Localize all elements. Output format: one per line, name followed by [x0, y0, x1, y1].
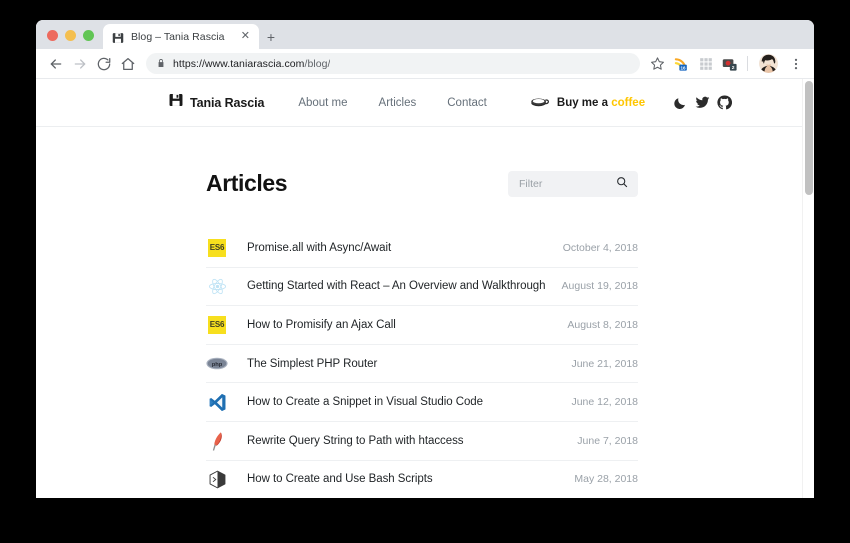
article-title[interactable]: How to Promisify an Ajax Call	[247, 319, 567, 331]
window-traffic-lights	[36, 30, 103, 49]
address-bar[interactable]: https://www.taniarascia.com/blog/	[146, 53, 640, 74]
buy-me-a-coffee-link[interactable]: Buy me a coffee	[531, 93, 645, 112]
dark-mode-toggle[interactable]	[669, 92, 691, 114]
filter-search-box[interactable]	[508, 170, 638, 197]
apache-icon	[212, 431, 222, 451]
toolbar-divider	[747, 56, 748, 71]
article-date: June 12, 2018	[571, 396, 638, 409]
article-row[interactable]: ES6 How to Promisify an Ajax Call August 8…	[206, 306, 638, 345]
new-tab-button[interactable]: +	[259, 24, 283, 49]
browser-window: Blog – Tania Rascia ✕ + https://www.tani…	[36, 20, 814, 498]
main-content: Articles ES6 Promise.all with Async/Await…	[36, 127, 814, 498]
coffee-text-highlight: coffee	[611, 96, 646, 109]
bookmark-star-icon[interactable]	[646, 52, 669, 75]
nav-link-articles[interactable]: Articles	[379, 97, 417, 109]
coffee-text-before: Buy me a	[556, 96, 612, 109]
nav-link-about-me[interactable]: About me	[298, 97, 347, 109]
vscode-icon	[206, 393, 228, 412]
es6-icon: ES6	[208, 238, 226, 257]
camera-extension-icon[interactable]: 2	[718, 52, 741, 75]
page-scrollbar[interactable]	[802, 79, 814, 498]
home-button[interactable]	[116, 52, 139, 75]
article-row[interactable]: Rewrite Query String to Path with htacce…	[206, 422, 638, 461]
url-path: /blog/	[304, 57, 331, 70]
article-row[interactable]: Getting Started with React – An Overview…	[206, 268, 638, 307]
svg-text:2: 2	[732, 65, 735, 71]
filter-input[interactable]	[519, 177, 611, 190]
article-date: May 28, 2018	[574, 473, 638, 486]
article-date: June 21, 2018	[571, 357, 638, 370]
tab-strip: Blog – Tania Rascia ✕ +	[36, 20, 814, 49]
site-header: Tania Rascia About me Articles Contact B…	[36, 79, 814, 127]
buy-me-a-coffee-text: Buy me a coffee	[557, 97, 645, 109]
article-title[interactable]: The Simplest PHP Router	[247, 358, 571, 370]
maximize-window-button[interactable]	[83, 30, 94, 41]
article-date: October 4, 2018	[562, 241, 638, 254]
search-icon[interactable]	[616, 175, 628, 193]
apache-icon	[206, 431, 228, 451]
article-row[interactable]: How to Create and Use Bash Scripts May 28…	[206, 461, 638, 498]
page-title: Articles	[206, 170, 288, 196]
minimize-window-button[interactable]	[65, 30, 76, 41]
avatar[interactable]	[759, 54, 778, 73]
article-date: June 7, 2018	[577, 434, 638, 447]
site-brand-link[interactable]: Tania Rascia	[169, 93, 264, 112]
article-title[interactable]: Promise.all with Async/Await	[247, 242, 563, 254]
php-icon: php	[206, 357, 228, 370]
browser-menu-button[interactable]	[784, 52, 807, 75]
floppy-disk-icon	[112, 31, 124, 43]
article-date: August 8, 2018	[567, 318, 638, 331]
bash-icon	[209, 470, 225, 489]
coffee-cup-icon	[531, 93, 549, 112]
svg-text:16: 16	[681, 65, 687, 70]
es6-icon: ES6	[208, 315, 226, 334]
floppy-disk-icon	[169, 93, 183, 112]
content-header: Articles	[206, 127, 638, 197]
browser-tab-title: Blog – Tania Rascia	[131, 30, 225, 43]
browser-tab[interactable]: Blog – Tania Rascia ✕	[103, 24, 259, 49]
lock-icon	[156, 55, 166, 73]
grid-extension-icon[interactable]	[694, 52, 717, 75]
article-list: ES6 Promise.all with Async/Await October 4…	[206, 229, 638, 498]
rss-calendar-extension-icon[interactable]: 16	[670, 52, 693, 75]
react-icon	[208, 278, 226, 294]
article-title[interactable]: Rewrite Query String to Path with htacce…	[247, 435, 577, 447]
article-date: August 19, 2018	[561, 280, 638, 293]
site-brand-name: Tania Rascia	[190, 95, 265, 110]
browser-toolbar: https://www.taniarascia.com/blog/ 16 2	[36, 49, 814, 79]
article-title[interactable]: How to Create and Use Bash Scripts	[247, 473, 574, 485]
nav-link-contact[interactable]: Contact	[447, 97, 487, 109]
article-title[interactable]: Getting Started with React – An Overview…	[247, 280, 562, 292]
close-window-button[interactable]	[47, 30, 58, 41]
back-button[interactable]	[44, 52, 67, 75]
reload-button[interactable]	[92, 52, 115, 75]
svg-text:php: php	[212, 362, 223, 368]
github-link[interactable]	[713, 92, 735, 114]
article-row[interactable]: How to Create a Snippet in Visual Studio…	[206, 383, 638, 422]
bash-icon	[206, 470, 228, 489]
vscode-icon	[209, 393, 225, 411]
article-title[interactable]: How to Create a Snippet in Visual Studio…	[247, 396, 571, 408]
article-row[interactable]: php The Simplest PHP Router June 21, 2018	[206, 345, 638, 384]
es6-icon: ES6	[206, 315, 228, 334]
address-bar-url: https://www.taniarascia.com/blog/	[173, 58, 330, 70]
es6-icon: ES6	[206, 238, 228, 257]
forward-button[interactable]	[68, 52, 91, 75]
page-viewport: Tania Rascia About me Articles Contact B…	[36, 79, 814, 498]
url-domain: https://www.taniarascia.com	[173, 57, 305, 70]
close-tab-button[interactable]: ✕	[239, 31, 252, 42]
php-icon: php	[206, 357, 228, 370]
page-scrollbar-thumb[interactable]	[805, 81, 813, 195]
article-row[interactable]: ES6 Promise.all with Async/Await October 4…	[206, 229, 638, 268]
twitter-link[interactable]	[691, 92, 713, 114]
react-icon	[206, 277, 228, 296]
